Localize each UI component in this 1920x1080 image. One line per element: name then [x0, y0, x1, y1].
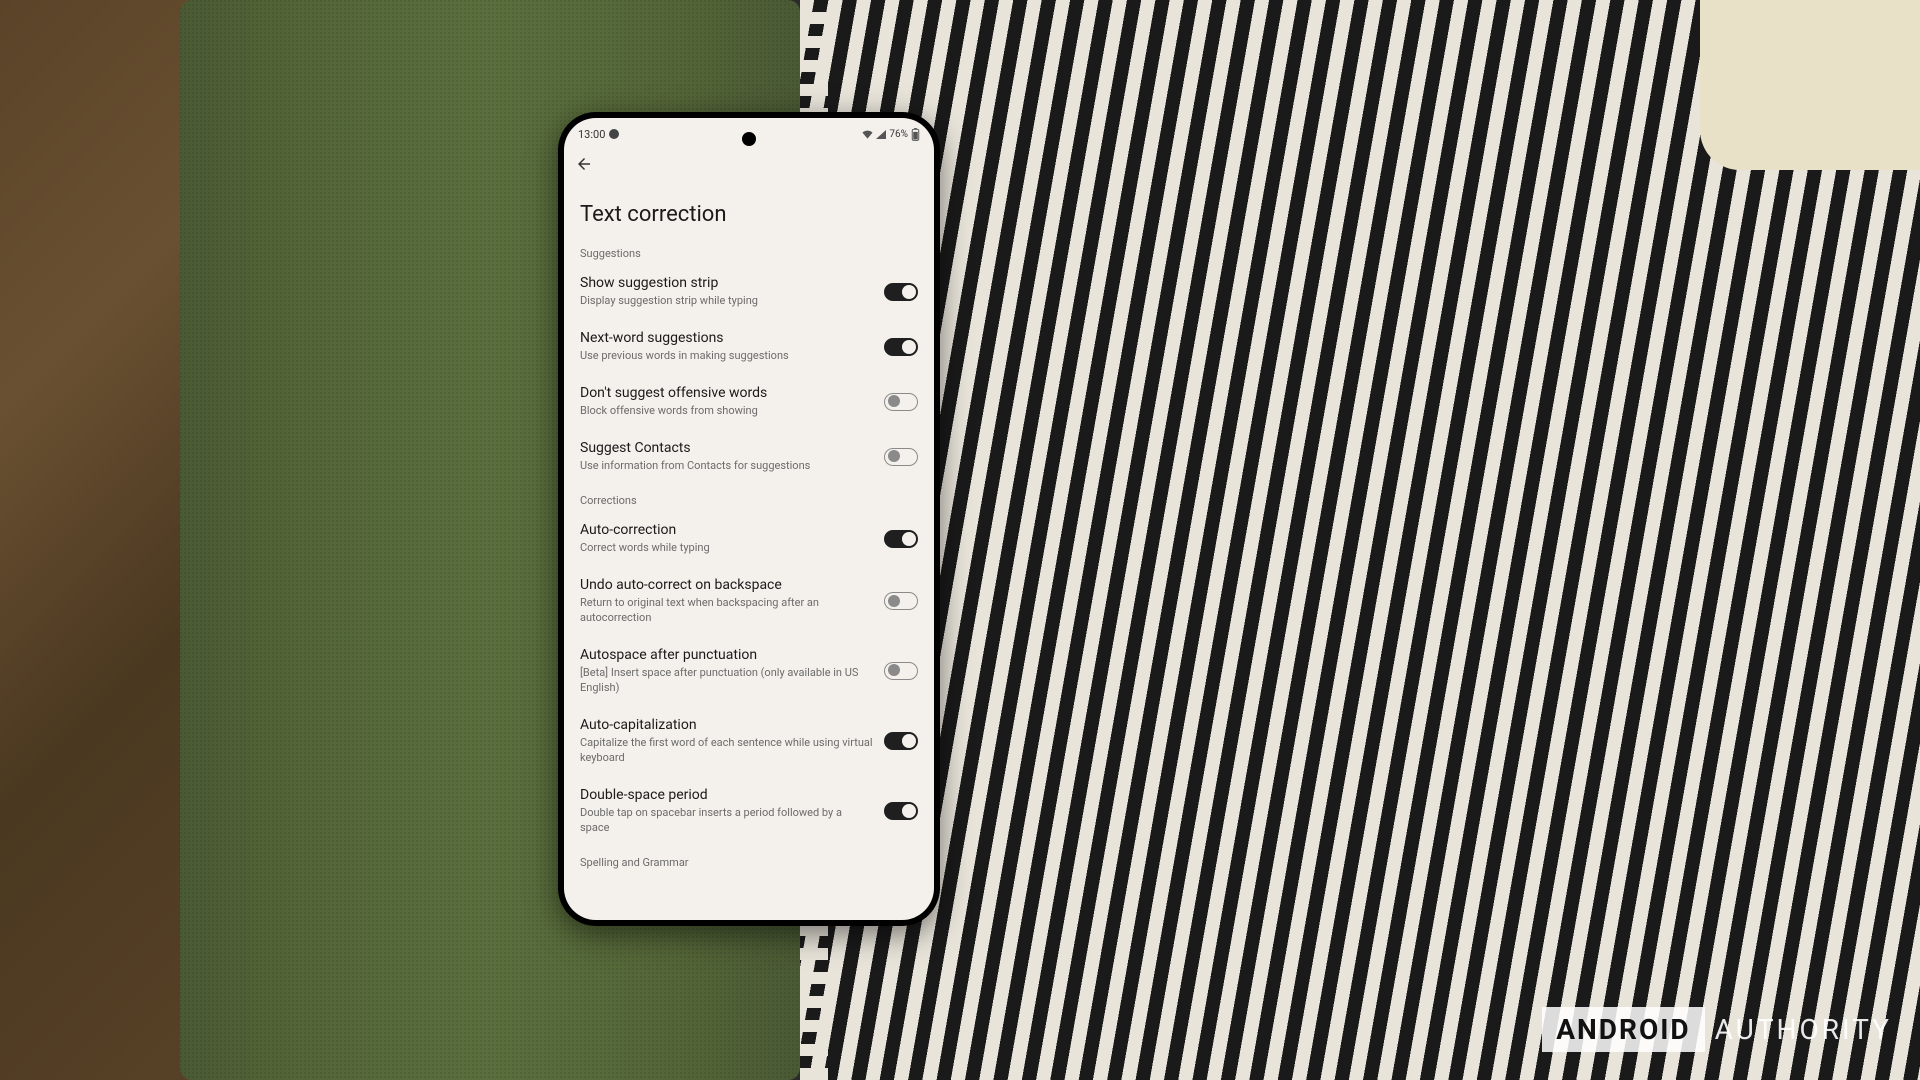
setting-subtitle: Capitalize the first word of each senten… — [580, 736, 874, 766]
toggle-knob — [888, 395, 900, 407]
signal-icon — [876, 130, 886, 139]
setting-toggle[interactable] — [884, 802, 918, 820]
setting-toggle[interactable] — [884, 592, 918, 610]
toggle-knob — [902, 804, 916, 818]
setting-text: Don't suggest offensive words Block offen… — [580, 384, 874, 419]
setting-row[interactable]: Double-space period Double tap on spaceba… — [564, 776, 934, 846]
section-header: Suggestions — [564, 237, 934, 264]
setting-row[interactable]: Auto-correction Correct words while typin… — [564, 511, 934, 566]
setting-row[interactable]: Don't suggest offensive words Block offen… — [564, 374, 934, 429]
setting-toggle[interactable] — [884, 732, 918, 750]
phone-frame: 13:00 76% — [558, 112, 940, 926]
setting-label: Auto-capitalization — [580, 716, 874, 734]
setting-subtitle: Double tap on spacebar inserts a period … — [580, 806, 874, 836]
wifi-icon — [862, 130, 873, 139]
toggle-knob — [902, 734, 916, 748]
setting-row[interactable]: Auto-capitalization Capitalize the first … — [564, 706, 934, 776]
setting-label: Double-space period — [580, 786, 874, 804]
setting-subtitle: Use previous words in making suggestions — [580, 349, 874, 364]
watermark-brand: ANDROID — [1542, 1007, 1704, 1052]
setting-subtitle: Use information from Contacts for sugges… — [580, 459, 874, 474]
setting-toggle[interactable] — [884, 338, 918, 356]
section-header: Corrections — [564, 484, 934, 511]
toggle-knob — [888, 664, 900, 676]
setting-label: Show suggestion strip — [580, 274, 874, 292]
setting-text: Auto-capitalization Capitalize the first … — [580, 716, 874, 766]
setting-label: Don't suggest offensive words — [580, 384, 874, 402]
setting-row[interactable]: Next-word suggestions Use previous words … — [564, 319, 934, 374]
battery-icon — [911, 128, 920, 141]
toggle-knob — [902, 340, 916, 354]
toggle-knob — [888, 450, 900, 462]
setting-row[interactable]: Suggest Contacts Use information from Con… — [564, 429, 934, 484]
setting-label: Undo auto-correct on backspace — [580, 576, 874, 594]
setting-text: Next-word suggestions Use previous words … — [580, 329, 874, 364]
setting-toggle[interactable] — [884, 448, 918, 466]
pillow — [1700, 0, 1920, 170]
back-button[interactable] — [574, 154, 594, 174]
toggle-knob — [902, 532, 916, 546]
setting-subtitle: Display suggestion strip while typing — [580, 294, 874, 309]
watermark-word: AUTHORITY — [1715, 1013, 1892, 1046]
setting-subtitle: Block offensive words from showing — [580, 404, 874, 419]
setting-text: Undo auto-correct on backspace Return to … — [580, 576, 874, 626]
dnd-icon — [609, 129, 619, 139]
setting-subtitle: Correct words while typing — [580, 541, 874, 556]
watermark: ANDROID AUTHORITY — [1542, 1007, 1892, 1052]
setting-label: Autospace after punctuation — [580, 646, 874, 664]
toggle-knob — [888, 595, 900, 607]
setting-text: Double-space period Double tap on spaceba… — [580, 786, 874, 836]
setting-label: Suggest Contacts — [580, 439, 874, 457]
section-header-cutoff: Spelling and Grammar — [564, 846, 934, 869]
status-time: 13:00 — [578, 128, 605, 141]
page-title: Text correction — [564, 182, 934, 237]
setting-text: Suggest Contacts Use information from Con… — [580, 439, 874, 474]
setting-toggle[interactable] — [884, 530, 918, 548]
photo-background: 13:00 76% — [0, 0, 1920, 1080]
setting-row[interactable]: Autospace after punctuation [Beta] Insert… — [564, 636, 934, 706]
setting-text: Autospace after punctuation [Beta] Insert… — [580, 646, 874, 696]
battery-text: 76% — [889, 129, 908, 140]
setting-label: Next-word suggestions — [580, 329, 874, 347]
setting-row[interactable]: Show suggestion strip Display suggestion … — [564, 264, 934, 319]
camera-punch-hole — [742, 132, 756, 146]
setting-subtitle: Return to original text when backspacing… — [580, 596, 874, 626]
setting-text: Auto-correction Correct words while typin… — [580, 521, 874, 556]
setting-toggle[interactable] — [884, 662, 918, 680]
setting-toggle[interactable] — [884, 393, 918, 411]
setting-text: Show suggestion strip Display suggestion … — [580, 274, 874, 309]
settings-list[interactable]: Suggestions Show suggestion strip Display … — [564, 237, 934, 846]
setting-subtitle: [Beta] Insert space after punctuation (o… — [580, 666, 874, 696]
phone-screen: 13:00 76% — [564, 118, 934, 920]
setting-toggle[interactable] — [884, 283, 918, 301]
app-bar — [564, 150, 934, 182]
setting-row[interactable]: Undo auto-correct on backspace Return to … — [564, 566, 934, 636]
toggle-knob — [902, 285, 916, 299]
setting-label: Auto-correction — [580, 521, 874, 539]
